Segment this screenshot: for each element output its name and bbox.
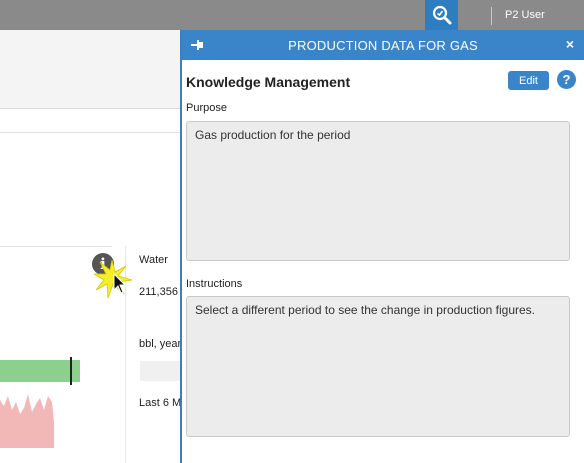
card-period: Last 6 M xyxy=(139,397,182,409)
trend-chart xyxy=(0,394,54,448)
section-heading: Knowledge Management xyxy=(186,74,351,90)
knowledge-panel: PRODUCTION DATA FOR GAS × Knowledge Mana… xyxy=(180,30,584,463)
panel-title: PRODUCTION DATA FOR GAS xyxy=(288,38,478,53)
user-menu[interactable]: P2 User xyxy=(505,9,545,21)
purpose-label: Purpose xyxy=(186,102,227,114)
instructions-field[interactable]: Select a different period to see the cha… xyxy=(186,296,570,437)
purpose-field[interactable]: Gas production for the period xyxy=(186,121,570,261)
panel-header: PRODUCTION DATA FOR GAS × xyxy=(182,30,584,60)
bar-target-marker xyxy=(70,357,72,385)
help-button[interactable]: ? xyxy=(557,70,576,89)
dashboard-separator xyxy=(0,132,182,133)
card-title: Water xyxy=(139,254,168,266)
dashboard-header xyxy=(0,30,182,109)
card-progress-track xyxy=(140,361,182,381)
card-unit: bbl, year xyxy=(139,338,182,350)
top-bar: P2 User xyxy=(0,0,584,30)
production-bar xyxy=(0,360,80,382)
search-icon xyxy=(432,5,451,25)
card-value: 211,356 xyxy=(139,286,178,298)
background-dashboard: i Water 211,356 bbl, year Last 6 M xyxy=(0,30,182,463)
edit-button[interactable]: Edit xyxy=(508,71,549,90)
close-button[interactable]: × xyxy=(566,36,574,52)
instructions-label: Instructions xyxy=(186,278,243,290)
topbar-divider xyxy=(491,7,492,25)
click-highlight-icon xyxy=(94,259,133,299)
search-button[interactable] xyxy=(425,0,458,30)
card-border xyxy=(0,246,112,247)
